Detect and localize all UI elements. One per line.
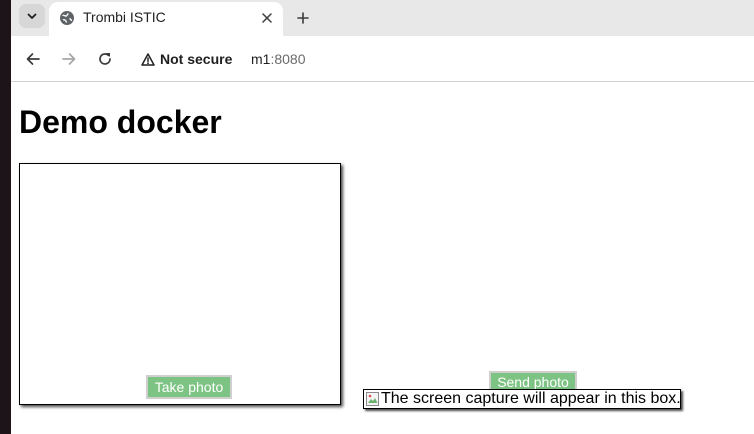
reload-icon <box>99 53 111 65</box>
browser-toolbar: Not secure m1:8080 <box>11 36 754 82</box>
security-chip[interactable]: Not secure <box>133 45 242 73</box>
forward-button[interactable] <box>57 47 81 71</box>
arrow-left-icon <box>26 53 40 65</box>
new-tab-button[interactable] <box>291 6 315 30</box>
tab-search-button[interactable] <box>19 4 45 28</box>
globe-icon <box>60 11 74 25</box>
warning-icon <box>141 52 155 66</box>
tab-close-button[interactable] <box>257 8 277 28</box>
url-host: m1 <box>251 51 271 67</box>
close-icon <box>262 13 272 23</box>
capture-alt-text: The screen capture will appear in this b… <box>381 390 681 407</box>
url-port: :8080 <box>270 51 306 67</box>
take-photo-button[interactable]: Take photo <box>146 375 232 399</box>
plus-icon <box>297 12 309 24</box>
screen-capture-box: The screen capture will appear in this b… <box>363 389 681 409</box>
address-bar-url[interactable]: m1:8080 <box>251 51 306 67</box>
tab-strip: Trombi ISTIC <box>11 0 754 36</box>
page-content: Demo docker Take photo Send photo The sc… <box>11 83 754 434</box>
camera-preview-box <box>19 163 341 405</box>
tab-active[interactable]: Trombi ISTIC <box>49 2 283 36</box>
arrow-right-icon <box>62 53 76 65</box>
broken-image-icon <box>366 392 379 406</box>
security-chip-label: Not secure <box>160 51 233 67</box>
page-title: Demo docker <box>19 104 222 140</box>
desktop-edge <box>0 0 11 434</box>
reload-button[interactable] <box>93 47 117 71</box>
tab-title: Trombi ISTIC <box>83 9 166 25</box>
chevron-down-icon <box>27 13 37 19</box>
back-button[interactable] <box>21 47 45 71</box>
